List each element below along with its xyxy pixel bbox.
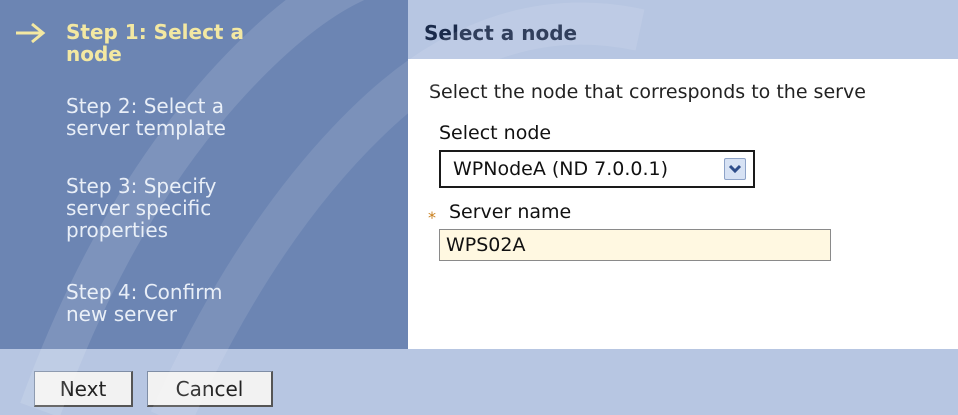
right-arrow-icon [16,22,46,44]
wizard-step-4[interactable]: Step 4: Confirm new server [66,281,396,325]
wizard-step-3-line1: Step 3: Specify [66,174,217,198]
server-name-label: Server name [449,201,572,223]
wizard-step-4-line1: Step 4: Confirm [66,280,223,304]
wizard-steps-panel: Step 1: Select a node Step 2: Select a s… [0,0,408,349]
step-description: Select the node that corresponds to the … [429,81,866,103]
content-body: Select the node that corresponds to the … [408,59,958,349]
content-header: Select a node [408,0,958,59]
dropdown-arrow-button[interactable] [724,158,746,180]
wizard-step-4-line2: new server [66,302,178,326]
page-title: Select a node [424,21,578,45]
wizard-step-2-line1: Step 2: Select a [66,94,225,118]
create-server-wizard: Step 1: Select a node Step 2: Select a s… [0,0,958,415]
wizard-step-3-line3: properties [66,218,169,242]
wizard-step-1-line1: Step 1: Select a [66,20,244,44]
wizard-step-3[interactable]: Step 3: Specify server specific properti… [66,175,396,241]
wizard-step-2-line2: server template [66,116,226,140]
select-node-value: WPNodeA (ND 7.0.0.1) [453,158,669,180]
required-field-marker: * [428,208,436,227]
wizard-footer: Next Cancel [0,349,958,415]
next-button[interactable]: Next [34,371,133,407]
wizard-step-3-line2: server specific [66,196,212,220]
select-node-label: Select node [439,122,552,144]
server-name-input[interactable] [439,229,831,261]
select-node-dropdown[interactable]: WPNodeA (ND 7.0.0.1) [439,150,755,188]
chevron-down-icon [728,164,742,174]
cancel-button[interactable]: Cancel [147,371,273,407]
wizard-step-1[interactable]: Step 1: Select a node [66,21,396,65]
wizard-step-1-line2: node [66,42,122,66]
wizard-step-2[interactable]: Step 2: Select a server template [66,95,396,139]
